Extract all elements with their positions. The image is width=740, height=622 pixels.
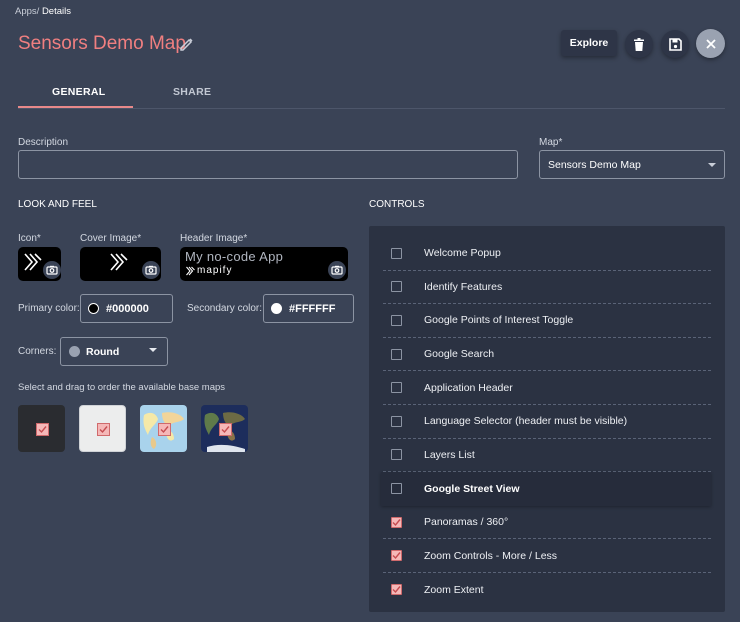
control-label: Zoom Extent bbox=[424, 583, 484, 596]
control-row-zoom-controls[interactable]: Zoom Controls - More / Less bbox=[383, 539, 711, 573]
icon-image[interactable] bbox=[18, 247, 61, 281]
floppy-disk-icon bbox=[668, 37, 682, 51]
icon-label: Icon* bbox=[18, 233, 41, 244]
control-row-zoom-extent[interactable]: Zoom Extent bbox=[383, 573, 711, 607]
control-checkbox[interactable] bbox=[391, 314, 402, 326]
control-row-welcome-popup[interactable]: Welcome Popup bbox=[383, 237, 711, 271]
control-row-application-header[interactable]: Application Header bbox=[383, 371, 711, 405]
basemap-streets[interactable] bbox=[140, 405, 187, 452]
primary-color-label: Primary color: bbox=[18, 303, 80, 314]
control-label: Identify Features bbox=[424, 280, 503, 293]
control-row-layers-list[interactable]: Layers List bbox=[383, 439, 711, 473]
control-checkbox[interactable] bbox=[391, 382, 402, 394]
explore-button[interactable]: Explore bbox=[561, 30, 617, 56]
basemap-checkbox[interactable] bbox=[218, 422, 232, 436]
control-checkbox[interactable] bbox=[391, 550, 402, 562]
controls-panel: Welcome Popup Identify Features Google P… bbox=[369, 226, 725, 612]
mapify-logo-icon bbox=[24, 253, 42, 271]
description-label: Description bbox=[18, 137, 69, 148]
basemap-checkbox[interactable] bbox=[35, 422, 49, 436]
control-checkbox[interactable] bbox=[391, 584, 402, 596]
control-label: Welcome Popup bbox=[424, 247, 501, 260]
corners-value: Round bbox=[86, 345, 120, 358]
breadcrumb-root[interactable]: Apps bbox=[15, 6, 37, 17]
check-icon bbox=[392, 518, 401, 526]
basemap-satellite[interactable] bbox=[201, 405, 248, 452]
basemap-checkbox[interactable] bbox=[96, 422, 110, 436]
mapify-logo-icon bbox=[186, 266, 195, 276]
corners-select[interactable]: Round bbox=[60, 337, 168, 366]
basemap-dark[interactable] bbox=[18, 405, 65, 452]
primary-color-value: #000000 bbox=[106, 302, 149, 315]
breadcrumb-separator: / bbox=[36, 6, 40, 17]
trash-icon bbox=[634, 37, 644, 51]
control-row-language-selector[interactable]: Language Selector (header must be visibl… bbox=[383, 405, 711, 439]
save-button[interactable] bbox=[661, 30, 689, 58]
controls-heading: CONTROLS bbox=[369, 199, 425, 210]
control-label: Layers List bbox=[424, 448, 475, 461]
round-corner-icon bbox=[69, 346, 80, 357]
basemap-light[interactable] bbox=[79, 405, 126, 452]
camera-icon[interactable] bbox=[328, 261, 346, 279]
check-icon bbox=[392, 586, 401, 594]
control-checkbox[interactable] bbox=[391, 516, 402, 528]
cover-image[interactable] bbox=[80, 247, 161, 281]
camera-icon[interactable] bbox=[43, 261, 61, 279]
secondary-color-swatch[interactable] bbox=[271, 303, 282, 314]
control-label: Application Header bbox=[424, 381, 513, 394]
caret-down-icon bbox=[708, 163, 716, 167]
header-image-text: My no-code App bbox=[185, 249, 284, 264]
control-label: Panoramas / 360° bbox=[424, 516, 509, 529]
secondary-color-label: Secondary color: bbox=[187, 303, 263, 314]
control-label: Google Search bbox=[424, 348, 495, 361]
control-row-google-search[interactable]: Google Search bbox=[383, 338, 711, 372]
close-icon bbox=[705, 38, 716, 49]
map-select-value: Sensors Demo Map bbox=[548, 158, 641, 171]
control-row-google-street-view[interactable]: Google Street View bbox=[381, 472, 711, 506]
primary-color-swatch[interactable] bbox=[88, 303, 99, 314]
primary-color-input[interactable]: #000000 bbox=[80, 294, 173, 323]
brand-text: mapify bbox=[197, 265, 233, 276]
control-row-google-poi-toggle[interactable]: Google Points of Interest Toggle bbox=[383, 304, 711, 338]
caret-down-icon bbox=[149, 348, 157, 352]
cover-image-label: Cover Image* bbox=[80, 233, 142, 244]
control-label: Zoom Controls - More / Less bbox=[424, 549, 558, 562]
delete-button[interactable] bbox=[625, 30, 653, 58]
control-checkbox[interactable] bbox=[391, 483, 402, 495]
control-row-identify-features[interactable]: Identify Features bbox=[383, 271, 711, 305]
breadcrumb: Apps/ Details bbox=[15, 6, 71, 17]
control-checkbox[interactable] bbox=[391, 348, 402, 360]
control-checkbox[interactable] bbox=[391, 449, 402, 461]
edit-title-icon[interactable] bbox=[178, 35, 196, 53]
map-label: Map* bbox=[539, 137, 563, 148]
basemap-hint: Select and drag to order the available b… bbox=[18, 382, 226, 393]
control-checkbox[interactable] bbox=[391, 247, 402, 259]
control-label: Language Selector (header must be visibl… bbox=[424, 415, 628, 428]
breadcrumb-current: Details bbox=[41, 6, 71, 17]
corners-label: Corners: bbox=[18, 346, 57, 357]
tab-share[interactable]: SHARE bbox=[173, 86, 211, 98]
map-select[interactable]: Sensors Demo Map bbox=[539, 150, 725, 179]
basemap-checkbox[interactable] bbox=[157, 422, 171, 436]
secondary-color-value: #FFFFFF bbox=[289, 302, 336, 315]
page-title: Sensors Demo Map bbox=[18, 33, 186, 54]
control-checkbox[interactable] bbox=[391, 415, 402, 427]
control-label: Google Points of Interest Toggle bbox=[424, 314, 574, 327]
tabs-divider bbox=[18, 108, 725, 109]
camera-icon[interactable] bbox=[142, 261, 160, 279]
control-row-panoramas[interactable]: Panoramas / 360° bbox=[383, 506, 711, 540]
tab-general[interactable]: GENERAL bbox=[52, 86, 105, 98]
control-checkbox[interactable] bbox=[391, 281, 402, 293]
description-input[interactable] bbox=[18, 150, 518, 179]
header-image-label: Header Image* bbox=[180, 233, 248, 244]
close-button[interactable] bbox=[696, 29, 725, 58]
control-label: Google Street View bbox=[424, 482, 520, 495]
mapify-logo-icon bbox=[110, 253, 128, 271]
secondary-color-input[interactable]: #FFFFFF bbox=[263, 294, 354, 323]
check-icon bbox=[392, 552, 401, 560]
look-and-feel-heading: LOOK AND FEEL bbox=[18, 199, 97, 210]
header-image[interactable]: My no-code App mapify bbox=[180, 247, 348, 281]
